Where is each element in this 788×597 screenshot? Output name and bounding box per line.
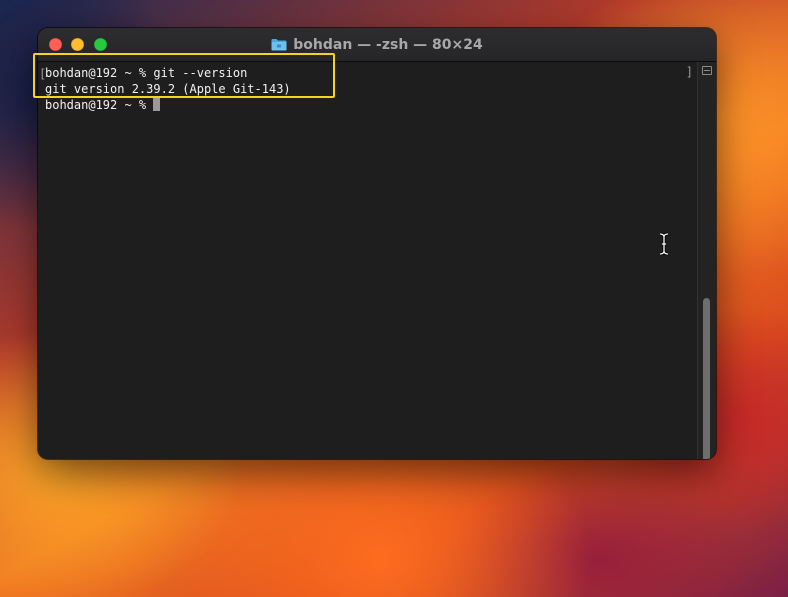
i-beam-cursor-icon (659, 232, 669, 256)
terminal-content[interactable]: [ ] bohdan@192 ~ % git --version git ver… (38, 62, 698, 459)
prompt-text: bohdan@192 ~ % (45, 98, 154, 112)
folder-icon (271, 39, 287, 51)
scroll-thumb[interactable] (703, 298, 710, 459)
scrollbar[interactable] (697, 62, 716, 459)
text-cursor (153, 98, 161, 111)
terminal-line-prompt: bohdan@192 ~ % (45, 97, 161, 114)
highlight-box (33, 53, 335, 98)
window-title: bohdan — -zsh — 80×24 (293, 36, 483, 53)
scroll-toggle-icon[interactable] (702, 66, 712, 75)
right-bracket-mark: ] (685, 65, 693, 79)
